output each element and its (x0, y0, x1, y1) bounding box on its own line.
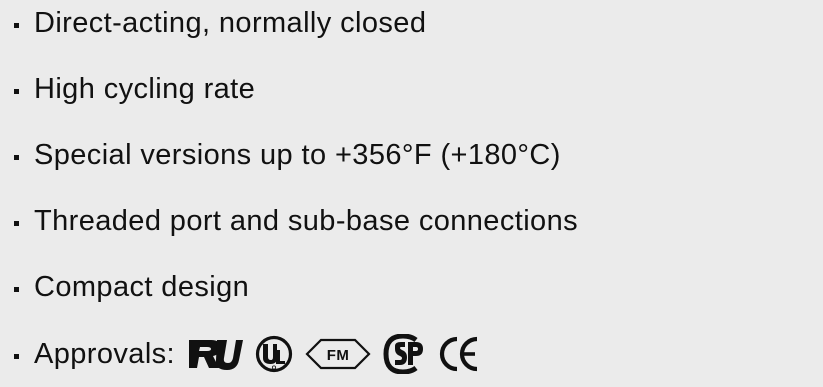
feature-item: Special versions up to +356°F (+180°C) (14, 135, 561, 175)
feature-item: Compact design (14, 267, 249, 307)
approval-logos: RU UL FM (187, 334, 483, 374)
bullet-icon (14, 154, 19, 160)
ce-mark-icon: CE (439, 335, 483, 373)
feature-text: Direct-acting, normally closed (34, 6, 427, 39)
approvals-label: Approvals: (34, 337, 176, 370)
bullet-icon (14, 220, 19, 226)
feature-text: Threaded port and sub-base connections (34, 204, 578, 237)
feature-text: Compact design (34, 270, 250, 303)
bullet-icon (14, 22, 19, 28)
approvals-item: Approvals: RU UL (14, 334, 483, 374)
feature-item: Threaded port and sub-base connections (14, 201, 578, 241)
feature-item: Direct-acting, normally closed (14, 3, 426, 43)
bullet-icon (14, 286, 19, 292)
ul-listed-mark-icon: UL (255, 335, 293, 373)
fm-approved-mark-icon: FM FM (305, 337, 371, 371)
csa-mark-icon: SP (383, 334, 427, 374)
feature-text: High cycling rate (34, 72, 256, 105)
feature-text: Special versions up to +356°F (+180°C) (34, 138, 561, 171)
feature-list: Direct-acting, normally closed High cycl… (0, 0, 823, 387)
bullet-icon (14, 353, 19, 359)
svg-text:FM: FM (327, 347, 349, 364)
ur-recognized-mark-icon: RU (187, 336, 244, 372)
feature-item: High cycling rate (14, 69, 255, 109)
bullet-icon (14, 88, 19, 94)
